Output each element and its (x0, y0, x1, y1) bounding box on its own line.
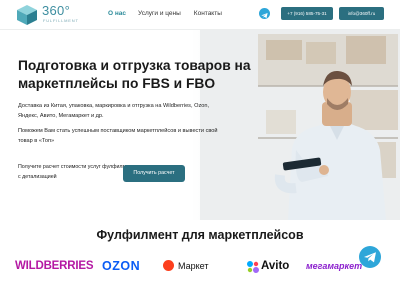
get-estimate-button[interactable]: Получить расчет (123, 165, 185, 182)
telegram-float-button[interactable] (359, 246, 381, 268)
main-nav: О нас Услуги и цены Контакты (108, 10, 222, 17)
avito-dots-icon (247, 261, 259, 273)
avito-logo: Avito (246, 258, 306, 274)
hero-section: Подготовка и отгрузка товаров на маркетп… (0, 30, 400, 220)
hero-title: Подготовка и отгрузка товаров на маркетп… (18, 58, 251, 91)
avito-label: Avito (261, 260, 290, 272)
telegram-icon (364, 252, 376, 263)
yandex-icon (163, 260, 174, 271)
ozon-logo: OZON (102, 259, 141, 273)
nav-item-services[interactable]: Услуги и цены (138, 10, 181, 17)
marketplaces-title: Фулфилмент для маркетплейсов (96, 228, 304, 242)
logo-subtitle: FULFILLMENT (43, 18, 79, 23)
logo-text: 360° (42, 3, 71, 18)
cta-description: Получите расчет стоимости услуг фулфилме… (18, 164, 138, 180)
nav-item-about[interactable]: О нас (108, 10, 126, 17)
cube-logo-icon (17, 5, 37, 25)
nav-item-contacts[interactable]: Контакты (194, 10, 222, 17)
telegram-icon[interactable] (259, 8, 270, 19)
yandex-market-logo: Маркет (163, 258, 233, 274)
telegram-plane-icon (261, 13, 268, 19)
wildberries-logo: WILDBERRIES (15, 260, 94, 272)
hero-description-2: Поможем Вам стать успешным поставщиком м… (18, 128, 218, 144)
site-header: 360° FULFILLMENT О нас Услуги и цены Кон… (0, 0, 400, 30)
megamarket-logo: мегамаркет (306, 261, 363, 271)
yandex-market-label: Маркет (178, 261, 209, 271)
email-button[interactable]: info@360ff.ru (339, 7, 384, 20)
hero-description-1: Доставка из Китая, упаковка, маркировка … (18, 103, 210, 119)
logo[interactable]: 360° FULFILLMENT (16, 3, 98, 26)
phone-button[interactable]: +7 (916) 585-75-31 (281, 7, 333, 20)
